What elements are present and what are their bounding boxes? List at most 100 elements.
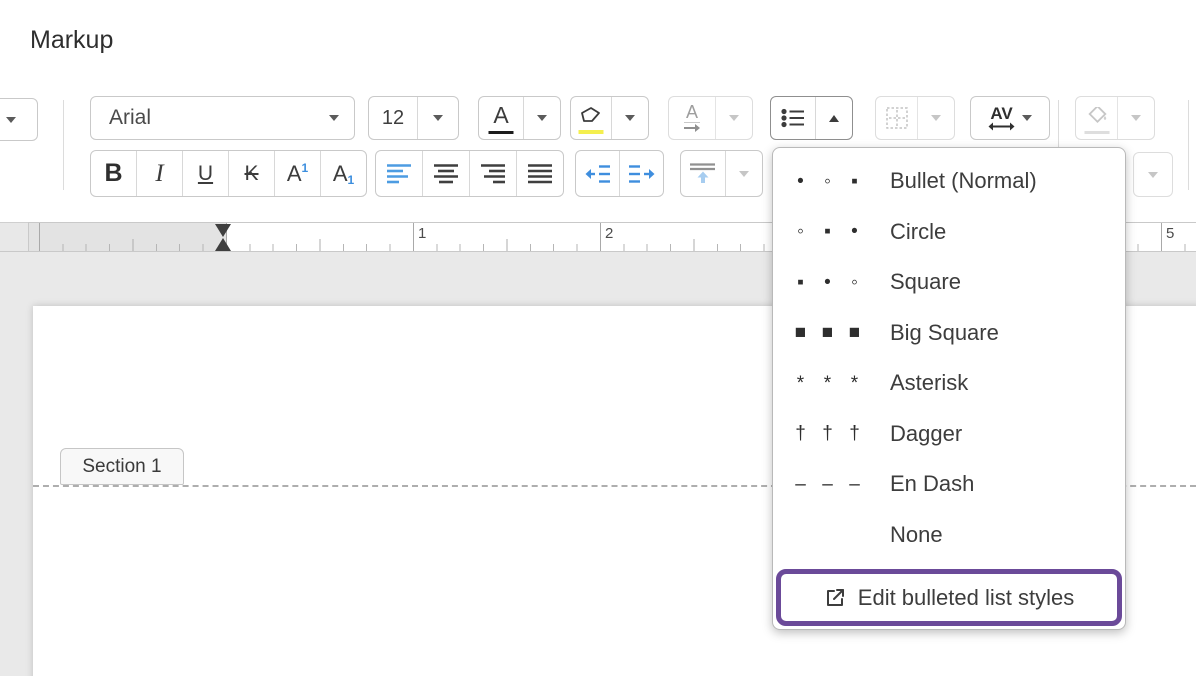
bullet-preview: † bbox=[814, 424, 841, 443]
bullet-style-option-circle[interactable]: ◦ ▪ • Circle bbox=[773, 207, 1125, 258]
hanging-indent-handle[interactable] bbox=[215, 238, 231, 251]
align-center-icon bbox=[434, 164, 459, 184]
clipped-dropdown-button[interactable] bbox=[0, 98, 38, 141]
font-family-value: Arial bbox=[91, 97, 314, 139]
outdent-button[interactable] bbox=[576, 151, 619, 196]
option-label: Big Square bbox=[890, 320, 999, 346]
space-before-icon bbox=[690, 163, 716, 184]
edit-bulleted-list-styles-button[interactable]: Edit bulleted list styles bbox=[776, 569, 1122, 626]
bullet-style-option-big-square[interactable]: ■ ■ ■ Big Square bbox=[773, 308, 1125, 359]
bullet-preview: ◦ bbox=[841, 273, 868, 292]
chevron-down-icon bbox=[1148, 172, 1158, 178]
align-left-icon bbox=[387, 164, 412, 184]
page-title: Markup bbox=[30, 26, 113, 55]
font-color-button[interactable]: A bbox=[479, 97, 523, 139]
ruler-number: 5 bbox=[1166, 225, 1174, 242]
font-color-label: A bbox=[493, 102, 508, 129]
subscript-button[interactable]: A1 bbox=[320, 151, 366, 196]
indent-group bbox=[575, 150, 664, 197]
space-before-dropdown[interactable] bbox=[725, 151, 762, 196]
dashed-frame-icon bbox=[886, 107, 908, 129]
highlight-control bbox=[570, 96, 649, 140]
font-color-swatch bbox=[489, 131, 514, 135]
option-label: Circle bbox=[890, 219, 946, 245]
bullet-preview: ▪ bbox=[841, 172, 868, 191]
bullet-style-option-none[interactable]: None bbox=[773, 510, 1125, 561]
letter-spacing-icon: AV bbox=[988, 105, 1015, 131]
underline-button[interactable]: U bbox=[182, 151, 228, 196]
chevron-down-icon bbox=[625, 115, 635, 121]
bullet-preview: * bbox=[787, 374, 814, 393]
align-justify-button[interactable] bbox=[516, 151, 563, 196]
bullet-preview: ◦ bbox=[814, 172, 841, 191]
bullet-list-icon bbox=[781, 108, 805, 128]
align-justify-icon bbox=[528, 164, 553, 184]
toolbar-divider bbox=[1188, 100, 1189, 190]
font-family-select[interactable]: Arial bbox=[90, 96, 355, 140]
align-center-button[interactable] bbox=[422, 151, 469, 196]
bullet-style-option-bullet-normal[interactable]: • ◦ ▪ Bullet (Normal) bbox=[773, 156, 1125, 207]
chevron-down-icon bbox=[931, 115, 941, 121]
bullet-style-option-square[interactable]: ▪ • ◦ Square bbox=[773, 257, 1125, 308]
bold-button[interactable]: B bbox=[91, 151, 136, 196]
strikethrough-button[interactable]: K bbox=[228, 151, 274, 196]
fill-color-dropdown[interactable] bbox=[1117, 97, 1154, 139]
font-size-value-button[interactable]: 12 bbox=[369, 97, 417, 139]
paint-bucket-icon bbox=[1085, 107, 1109, 126]
font-size-dropdown[interactable] bbox=[417, 97, 458, 139]
first-line-indent-handle[interactable] bbox=[215, 224, 231, 237]
option-label: En Dash bbox=[890, 471, 974, 497]
bullet-style-option-asterisk[interactable]: * * * Asterisk bbox=[773, 358, 1125, 409]
highlight-dropdown[interactable] bbox=[611, 97, 648, 139]
space-before-button[interactable] bbox=[681, 151, 725, 196]
align-left-button[interactable] bbox=[376, 151, 422, 196]
bullet-style-option-en-dash[interactable]: – – – En Dash bbox=[773, 459, 1125, 510]
indent-marker[interactable] bbox=[215, 224, 231, 251]
markup-editor: Markup Arial 12 A bbox=[0, 0, 1196, 676]
bullet-styles-menu: • ◦ ▪ Bullet (Normal) ◦ ▪ • Circle ▪ • ◦… bbox=[772, 147, 1126, 630]
fill-color-control bbox=[1075, 96, 1155, 140]
italic-button[interactable]: I bbox=[136, 151, 182, 196]
frame-dropdown[interactable] bbox=[917, 97, 954, 139]
bullet-preview: ■ bbox=[841, 323, 868, 342]
align-right-button[interactable] bbox=[469, 151, 516, 196]
bullet-preview: – bbox=[814, 475, 841, 494]
bullet-preview: • bbox=[787, 172, 814, 191]
bullet-preview: ◦ bbox=[787, 222, 814, 241]
bullet-preview: * bbox=[841, 374, 868, 393]
bullet-preview: – bbox=[787, 475, 814, 494]
bullet-preview: † bbox=[787, 424, 814, 443]
bullet-preview: ▪ bbox=[787, 273, 814, 292]
clipped-right-dropdown[interactable] bbox=[1133, 152, 1173, 197]
section-tag-label: Section 1 bbox=[82, 456, 161, 478]
ruler-number: 1 bbox=[418, 225, 426, 242]
superscript-button[interactable]: A1 bbox=[274, 151, 320, 196]
highlight-button[interactable] bbox=[571, 97, 611, 139]
toolbar-divider bbox=[63, 100, 64, 190]
bullet-preview: ▪ bbox=[814, 222, 841, 241]
frame-button[interactable] bbox=[876, 97, 917, 139]
bullet-list-control bbox=[770, 96, 853, 140]
edit-button-label: Edit bulleted list styles bbox=[858, 585, 1074, 611]
font-color-dropdown[interactable] bbox=[523, 97, 560, 139]
outdent-icon bbox=[585, 164, 611, 184]
bullet-preview: † bbox=[841, 424, 868, 443]
bullet-preview: * bbox=[814, 374, 841, 393]
bullet-list-button[interactable] bbox=[771, 97, 815, 139]
indent-button[interactable] bbox=[619, 151, 663, 196]
font-size-control: 12 bbox=[368, 96, 459, 140]
external-link-icon bbox=[824, 587, 846, 609]
fill-color-button[interactable] bbox=[1076, 97, 1117, 139]
align-right-icon bbox=[481, 164, 506, 184]
frame-control bbox=[875, 96, 955, 140]
bullet-list-dropdown[interactable] bbox=[815, 97, 852, 139]
letter-spacing-control[interactable]: AV bbox=[970, 96, 1050, 140]
font-color-control: A bbox=[478, 96, 561, 140]
option-label: Asterisk bbox=[890, 370, 968, 396]
change-case-button[interactable]: A bbox=[669, 97, 715, 139]
bullet-style-option-dagger[interactable]: † † † Dagger bbox=[773, 409, 1125, 460]
change-case-dropdown[interactable] bbox=[715, 97, 752, 139]
section-tag[interactable]: Section 1 bbox=[60, 448, 184, 485]
chevron-down-icon bbox=[537, 115, 547, 121]
chevron-down-icon bbox=[329, 115, 339, 121]
